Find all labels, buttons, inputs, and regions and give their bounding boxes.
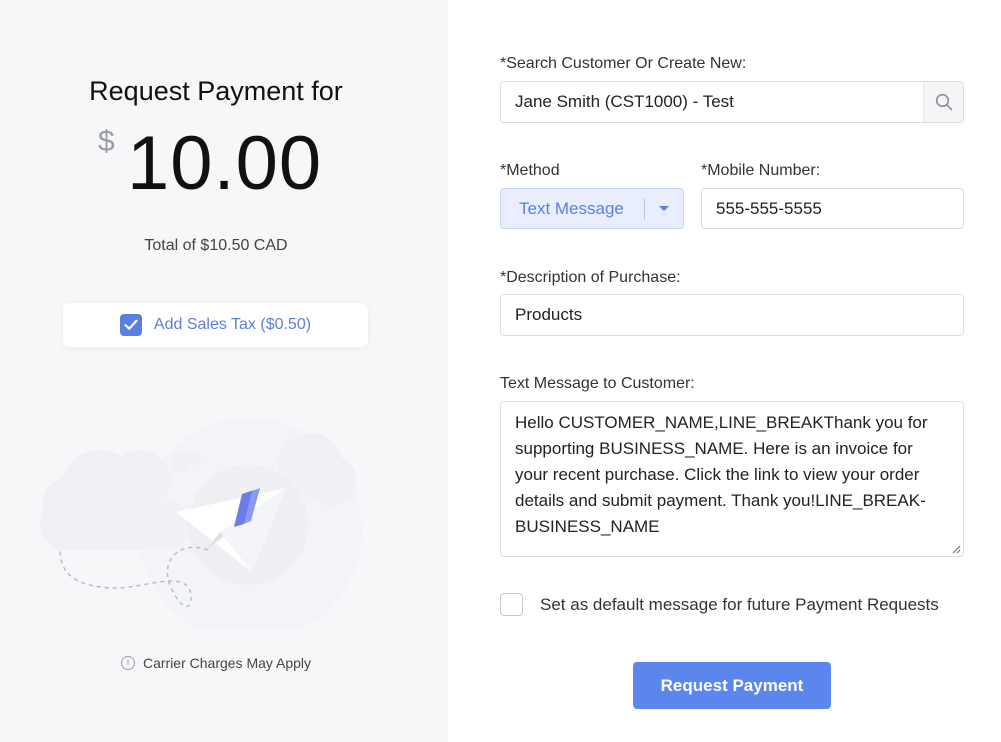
- payment-request-form: *Search Customer Or Create New: Jane Smi…: [448, 0, 1001, 742]
- paper-plane-illustration: [40, 420, 362, 630]
- payment-summary-panel: Request Payment for $ 10.00 Total of $10…: [0, 0, 448, 742]
- resize-handle-icon[interactable]: [951, 544, 961, 554]
- sales-tax-label: Add Sales Tax ($0.50): [153, 316, 312, 333]
- message-label: Text Message to Customer:: [500, 375, 695, 392]
- summary-title: Request Payment for: [89, 76, 343, 106]
- message-textarea[interactable]: Hello CUSTOMER_NAME,LINE_BREAKThank you …: [500, 401, 964, 557]
- method-select[interactable]: Text Message: [500, 188, 684, 229]
- search-icon: [935, 93, 952, 111]
- customer-search-value: Jane Smith (CST1000) - Test: [515, 92, 734, 111]
- amount-value: 10.00: [127, 121, 323, 206]
- carrier-note: i Carrier Charges May Apply: [0, 655, 432, 671]
- default-message-option[interactable]: Set as default message for future Paymen…: [500, 593, 939, 616]
- method-label: *Method: [500, 162, 560, 179]
- default-message-checkbox[interactable]: [500, 593, 523, 616]
- mobile-number-value: 555-555-5555: [716, 198, 822, 218]
- message-text: Hello CUSTOMER_NAME,LINE_BREAKThank you …: [515, 413, 928, 536]
- request-payment-button[interactable]: Request Payment: [633, 662, 831, 709]
- description-input[interactable]: Products: [500, 294, 964, 336]
- carrier-note-text: Carrier Charges May Apply: [142, 655, 312, 671]
- checkmark-icon: [124, 319, 138, 330]
- search-button[interactable]: [923, 82, 963, 122]
- mobile-number-input[interactable]: 555-555-5555: [701, 188, 964, 229]
- sales-tax-checkbox[interactable]: [119, 314, 142, 336]
- method-selected-value: Text Message: [519, 198, 624, 218]
- add-sales-tax-toggle[interactable]: Add Sales Tax ($0.50): [63, 303, 368, 347]
- info-icon: i: [120, 656, 135, 670]
- mobile-number-label: *Mobile Number:: [701, 162, 821, 179]
- customer-search-label: *Search Customer Or Create New:: [500, 55, 747, 72]
- description-label: *Description of Purchase:: [500, 269, 681, 286]
- default-message-label: Set as default message for future Paymen…: [540, 594, 939, 614]
- currency-symbol: $: [98, 125, 115, 158]
- customer-search-input[interactable]: Jane Smith (CST1000) - Test: [500, 81, 964, 123]
- caret-down-icon[interactable]: [645, 205, 683, 212]
- description-value: Products: [515, 305, 583, 324]
- total-text: Total of $10.50 CAD: [144, 237, 288, 254]
